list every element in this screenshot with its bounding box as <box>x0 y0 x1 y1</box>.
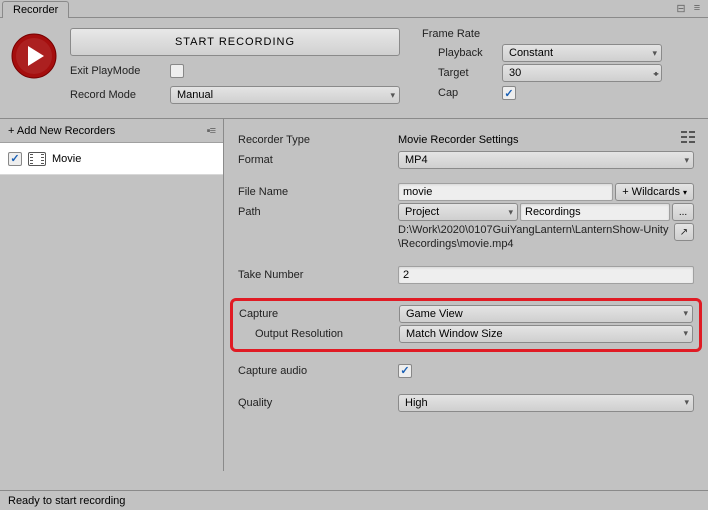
capture-highlight-box: Capture Game View Output Resolution Matc… <box>230 298 702 352</box>
take-number-label: Take Number <box>238 269 398 281</box>
quality-value: High <box>405 397 428 409</box>
movie-icon <box>28 152 46 166</box>
cap-label: Cap <box>422 87 502 99</box>
recorder-list-panel: + Add New Recorders ▪≡ Movie <box>0 119 224 471</box>
wildcards-button[interactable]: + Wildcards▾ <box>615 183 694 201</box>
full-path-value: D:\Work\2020\0107GuiYangLantern\LanternS… <box>398 224 668 250</box>
playback-value: Constant <box>509 47 553 59</box>
start-recording-button[interactable]: START RECORDING <box>70 28 400 56</box>
window-controls: ⊟ ≡ <box>674 2 704 14</box>
tab-recorder[interactable]: Recorder <box>2 1 69 18</box>
status-bar: Ready to start recording <box>0 490 708 510</box>
recorder-item-label: Movie <box>52 153 81 165</box>
capture-audio-label: Capture audio <box>238 365 398 377</box>
quality-label: Quality <box>238 397 398 409</box>
frame-rate-title: Frame Rate <box>422 28 698 40</box>
capture-dropdown[interactable]: Game View <box>399 305 693 323</box>
exit-playmode-checkbox[interactable] <box>170 64 184 78</box>
take-number-value: 2 <box>403 269 409 281</box>
output-resolution-value: Match Window Size <box>406 328 503 340</box>
tab-bar: Recorder <box>0 0 708 18</box>
settings-panel: Recorder Type Movie Recorder Settings Fo… <box>224 119 708 471</box>
playback-dropdown[interactable]: Constant <box>502 44 662 62</box>
path-folder-value: Recordings <box>525 206 581 218</box>
record-mode-dropdown[interactable]: Manual <box>170 86 400 104</box>
status-text: Ready to start recording <box>8 495 125 507</box>
record-mode-value: Manual <box>177 89 213 101</box>
add-recorders-menu-icon[interactable]: ▪≡ <box>207 125 215 137</box>
quality-dropdown[interactable]: High <box>398 394 694 412</box>
add-recorders-label: + Add New Recorders <box>8 125 115 137</box>
format-value: MP4 <box>405 154 428 166</box>
record-button-wrap <box>10 28 58 104</box>
cap-checkbox[interactable] <box>502 86 516 100</box>
capture-value: Game View <box>406 308 463 320</box>
path-folder-input[interactable]: Recordings <box>520 203 670 221</box>
output-resolution-label: Output Resolution <box>239 328 399 340</box>
format-dropdown[interactable]: MP4 <box>398 151 694 169</box>
path-label: Path <box>238 206 398 218</box>
window-lock-icon[interactable]: ⊟ <box>674 2 688 14</box>
add-recorders-button[interactable]: + Add New Recorders ▪≡ <box>0 119 223 143</box>
target-dropdown[interactable]: 30 <box>502 64 662 82</box>
target-value: 30 <box>509 67 521 79</box>
take-number-input[interactable]: 2 <box>398 266 694 284</box>
top-panel: START RECORDING Exit PlayMode Record Mod… <box>0 18 708 119</box>
open-path-button[interactable]: ↗ <box>674 223 694 241</box>
recorder-list-item[interactable]: Movie <box>0 143 223 175</box>
record-mode-label: Record Mode <box>70 89 170 101</box>
recorder-type-label: Recorder Type <box>238 134 398 146</box>
path-scope-dropdown[interactable]: Project <box>398 203 518 221</box>
file-name-label: File Name <box>238 186 398 198</box>
format-label: Format <box>238 154 398 166</box>
file-name-input[interactable]: movie <box>398 183 613 201</box>
path-scope-value: Project <box>405 206 439 218</box>
exit-playmode-label: Exit PlayMode <box>70 65 170 77</box>
wildcards-label: + Wildcards <box>622 186 680 198</box>
main-area: + Add New Recorders ▪≡ Movie Recorder Ty… <box>0 119 708 471</box>
file-name-value: movie <box>403 186 432 198</box>
output-resolution-dropdown[interactable]: Match Window Size <box>399 325 693 343</box>
path-browse-button[interactable]: ... <box>672 203 694 221</box>
record-icon[interactable] <box>10 32 58 80</box>
window-menu-icon[interactable]: ≡ <box>690 2 704 14</box>
recorder-item-checkbox[interactable] <box>8 152 22 166</box>
preset-icon[interactable] <box>680 129 696 145</box>
target-label: Target <box>422 67 502 79</box>
capture-label: Capture <box>239 308 399 320</box>
full-path-text: D:\Work\2020\0107GuiYangLantern\LanternS… <box>398 223 694 252</box>
playback-label: Playback <box>422 47 502 59</box>
capture-audio-checkbox[interactable] <box>398 364 412 378</box>
recorder-type-value: Movie Recorder Settings <box>398 134 518 146</box>
